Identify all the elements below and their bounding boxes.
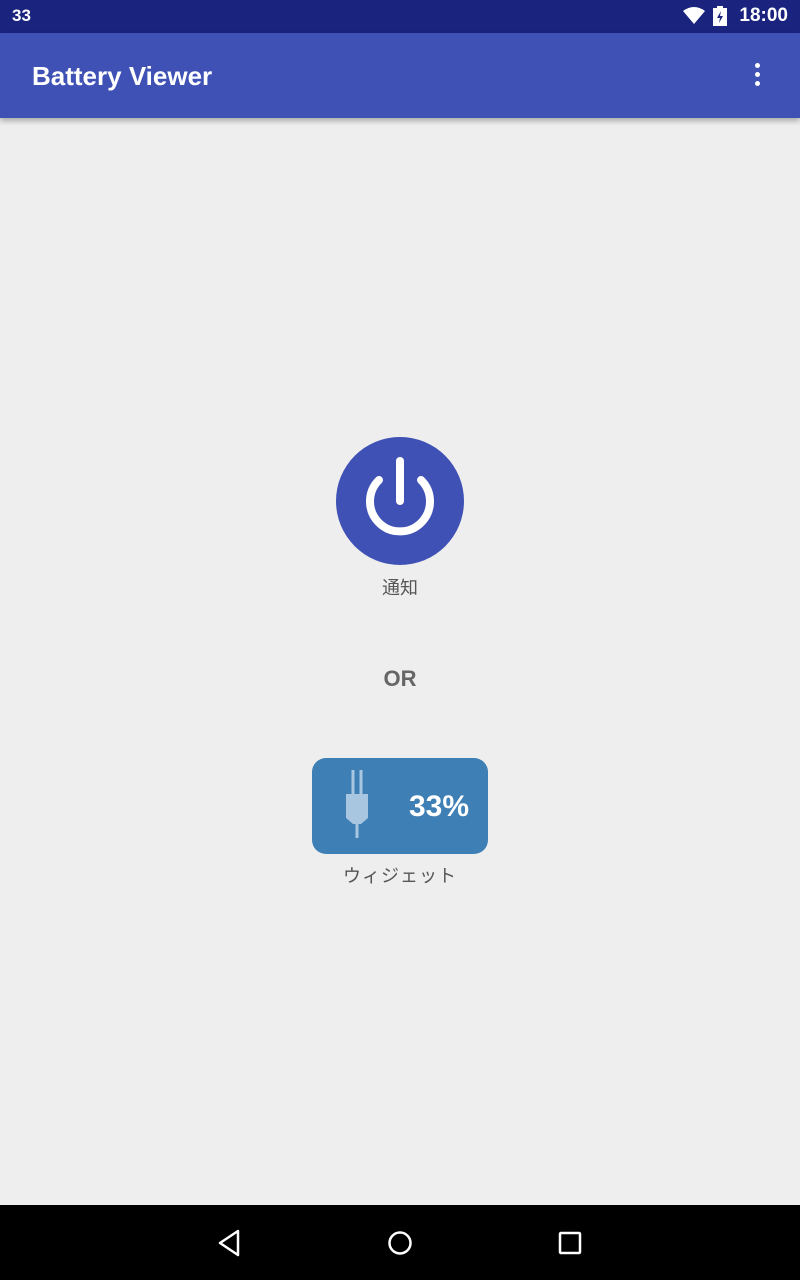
status-bar: 33 18:00 bbox=[0, 0, 800, 33]
widget-percent: 33% bbox=[409, 790, 470, 823]
status-time: 18:00 bbox=[739, 5, 788, 26]
widget-label: ウィジェット bbox=[343, 866, 457, 887]
more-vert-icon[interactable] bbox=[750, 63, 764, 89]
wifi-icon bbox=[683, 7, 706, 24]
battery-charging-icon bbox=[713, 6, 728, 26]
plug-icon bbox=[346, 770, 368, 838]
or-text: OR bbox=[383, 666, 417, 691]
status-notification-count: 33 bbox=[12, 6, 31, 25]
app-bar: Battery Viewer bbox=[0, 33, 800, 118]
main-content: 通知 OR 33% ウィジェット bbox=[0, 118, 800, 1205]
app-title: Battery Viewer bbox=[32, 61, 213, 91]
home-icon[interactable] bbox=[384, 1227, 416, 1259]
recents-icon[interactable] bbox=[554, 1227, 586, 1259]
nav-bar bbox=[0, 1205, 800, 1280]
notify-label: 通知 bbox=[382, 578, 418, 599]
power-icon bbox=[366, 457, 434, 536]
widget-button[interactable]: 33% bbox=[312, 758, 488, 854]
notify-button[interactable] bbox=[336, 437, 464, 565]
status-icons: 18:00 bbox=[683, 5, 788, 27]
back-icon[interactable] bbox=[214, 1227, 246, 1259]
